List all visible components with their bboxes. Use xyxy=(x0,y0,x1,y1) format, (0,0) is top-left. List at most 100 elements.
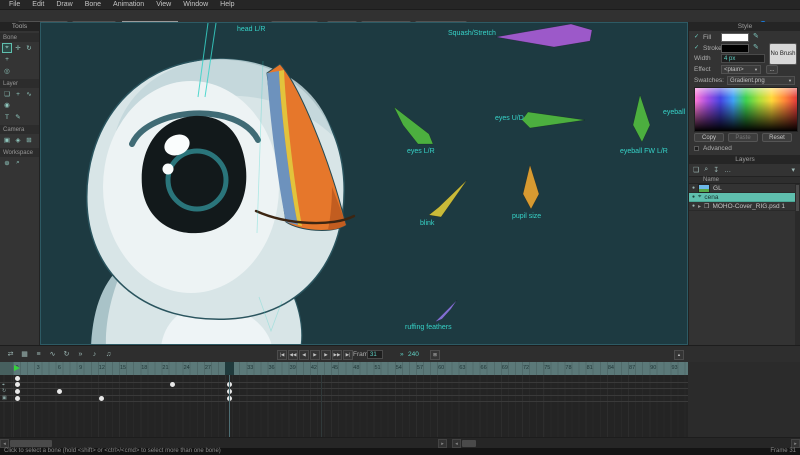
canvas-viewport[interactable]: head L/RSquash/Stretcheyes L/Reyes U/Dey… xyxy=(40,22,688,345)
rotate-bone-tool[interactable]: ↻ xyxy=(24,43,34,53)
menu-item-view[interactable]: View xyxy=(151,0,176,10)
step-icon[interactable]: » xyxy=(75,349,86,360)
bone-strength-tool[interactable]: ◎ xyxy=(2,66,12,76)
keyframe-dot[interactable] xyxy=(15,382,20,387)
layers-menu-icon[interactable]: ▾ xyxy=(791,166,795,174)
effect-more-button[interactable]: ... xyxy=(766,65,778,74)
bone-squash-stretch[interactable] xyxy=(496,24,592,47)
jump-end-button[interactable]: ▶| xyxy=(343,350,353,360)
prev-frame-button[interactable]: ◀ xyxy=(299,350,309,360)
import-layer-icon[interactable]: ↧ xyxy=(713,166,719,174)
stroke-width-input[interactable]: 4 px xyxy=(721,54,765,63)
advanced-toggle-checkbox[interactable] xyxy=(694,146,699,151)
keyframe-dot[interactable] xyxy=(57,389,62,394)
current-frame-input[interactable]: 31 xyxy=(367,350,383,359)
select-bone-tool[interactable]: ⌖ xyxy=(2,43,12,53)
track-camera-tool[interactable]: ▣ xyxy=(2,135,12,145)
pan-workspace-tool[interactable]: ⊕ xyxy=(2,158,12,168)
bone-label-ruffing-feathers[interactable]: ruffing feathers xyxy=(405,324,452,331)
menu-item-bone[interactable]: Bone xyxy=(80,0,106,10)
timeline-collapse-button[interactable]: ▲ xyxy=(674,350,684,360)
new-layer-icon[interactable]: ❏ xyxy=(693,166,699,174)
bone-eyes-ud[interactable] xyxy=(522,112,585,128)
stroke-eyedropper-icon[interactable]: ✎ xyxy=(753,43,759,51)
bone-label-head-lr[interactable]: head L/R xyxy=(237,26,265,33)
fill-color-swatch[interactable] xyxy=(721,33,749,42)
keyframe-dot[interactable] xyxy=(15,376,20,381)
bone-label-eyes-lr[interactable]: eyes L/R xyxy=(407,148,435,155)
audio-icon[interactable]: ♫ xyxy=(103,349,114,360)
no-brush-button[interactable]: No Brush xyxy=(769,43,797,65)
curves-icon[interactable]: ∿ xyxy=(47,349,58,360)
layer-visibility-icon[interactable]: ● xyxy=(692,203,695,209)
add-bone-tool[interactable]: + xyxy=(2,54,12,64)
keyframe-dot[interactable] xyxy=(170,382,175,387)
keyframe-dot[interactable] xyxy=(15,389,20,394)
menu-item-edit[interactable]: Edit xyxy=(27,0,49,10)
fill-eyedropper-icon[interactable]: ✎ xyxy=(753,32,759,40)
curvature-tool[interactable]: ∿ xyxy=(24,89,34,99)
loop-icon[interactable]: ↻ xyxy=(61,349,72,360)
graph-mode-icon[interactable]: ⇄ xyxy=(5,349,16,360)
copy-style-button[interactable]: Copy xyxy=(694,133,724,142)
play-button[interactable]: ▶ xyxy=(310,350,320,360)
bone-blink[interactable] xyxy=(429,180,467,217)
swatches-dropdown[interactable]: Gradient.png▼ xyxy=(727,76,795,85)
layer-row-bone[interactable]: ●⌖cena xyxy=(689,193,795,202)
bone-label-eyeball-fw-lr[interactable]: eyeball FW L/R xyxy=(620,148,668,155)
bone-eyes-lr[interactable] xyxy=(394,107,433,144)
stroke-color-swatch[interactable] xyxy=(721,44,749,53)
playback-start-marker[interactable] xyxy=(14,365,20,371)
panel-scroll-thumb[interactable] xyxy=(462,440,476,447)
text-tool[interactable]: T xyxy=(2,112,12,122)
channel-view-icon[interactable]: ▦ xyxy=(19,349,30,360)
bone-label-eyeball-clipped[interactable]: eyeball U/D xyxy=(663,109,687,116)
keyframe-dot[interactable] xyxy=(99,396,104,401)
next-keyframe-button[interactable]: ▶▶ xyxy=(332,350,342,360)
menu-item-window[interactable]: Window xyxy=(178,0,213,10)
menu-item-help[interactable]: Help xyxy=(215,0,239,10)
keyframe-dot[interactable] xyxy=(15,396,20,401)
prev-keyframe-button[interactable]: ◀◀ xyxy=(288,350,298,360)
timeline-scroll-left-arrow[interactable]: ◂ xyxy=(0,439,9,448)
timeline-frame-ruler[interactable]: 0369121518212427303336394245485154576063… xyxy=(0,362,688,375)
bone-eyeball-fw-lr[interactable] xyxy=(633,95,650,142)
bone-label-pupil-size[interactable]: pupil size xyxy=(512,213,541,220)
effect-dropdown[interactable]: <plain>▼ xyxy=(721,65,761,74)
next-frame-button[interactable]: ▶ xyxy=(321,350,331,360)
stroke-checkbox[interactable]: ✓ xyxy=(694,45,700,51)
timeline-keyframe-grid[interactable]: ⌖↻▣ xyxy=(0,375,688,437)
magnet-tool[interactable]: ◉ xyxy=(2,100,12,110)
translate-bone-tool[interactable]: ✛ xyxy=(13,43,23,53)
menu-item-draw[interactable]: Draw xyxy=(51,0,77,10)
more-options-icon[interactable]: … xyxy=(724,167,731,174)
markers-icon[interactable]: ♪ xyxy=(89,349,100,360)
layer-visibility-icon[interactable]: ● xyxy=(692,194,695,200)
roll-camera-tool[interactable]: ⊞ xyxy=(24,135,34,145)
transform-layer-tool[interactable]: ❏ xyxy=(2,89,12,99)
expand-arrow-icon[interactable]: ▸ xyxy=(698,203,701,210)
list-view-icon[interactable]: ≡ xyxy=(33,349,44,360)
jump-start-button[interactable]: |◀ xyxy=(277,350,287,360)
timeline-scroll-thumb[interactable] xyxy=(10,440,52,447)
menu-item-animation[interactable]: Animation xyxy=(108,0,149,10)
paste-style-button[interactable]: Paste xyxy=(728,133,758,142)
zoom-camera-tool[interactable]: ◈ xyxy=(13,135,23,145)
layer-row-group[interactable]: ●▸❐MOHO-Cover_RIG.psd 1 xyxy=(689,202,795,211)
current-frame-marker[interactable] xyxy=(225,362,234,375)
zoom-workspace-tool[interactable]: ⌕ xyxy=(13,158,23,168)
timeline-scroll-right-arrow[interactable]: ▸ xyxy=(438,439,447,448)
bone-pupil-size[interactable] xyxy=(523,165,539,209)
fill-checkbox[interactable]: ✓ xyxy=(694,34,700,40)
panel-scroll-left-arrow[interactable]: ◂ xyxy=(452,439,461,448)
color-spectrum-picker[interactable] xyxy=(694,87,798,132)
bone-ruffing-feathers[interactable] xyxy=(435,300,457,322)
freehand-tool[interactable]: ✎ xyxy=(13,112,23,122)
search-layers-icon[interactable]: ⌕ xyxy=(704,166,708,174)
layer-visibility-icon[interactable]: ● xyxy=(692,185,695,191)
add-point-tool[interactable]: + xyxy=(13,89,23,99)
reset-style-button[interactable]: Reset xyxy=(762,133,792,142)
bone-label-blink[interactable]: blink xyxy=(420,220,435,227)
timeline-grid-button[interactable]: ⊞ xyxy=(430,350,440,360)
menu-item-file[interactable]: File xyxy=(4,0,25,10)
